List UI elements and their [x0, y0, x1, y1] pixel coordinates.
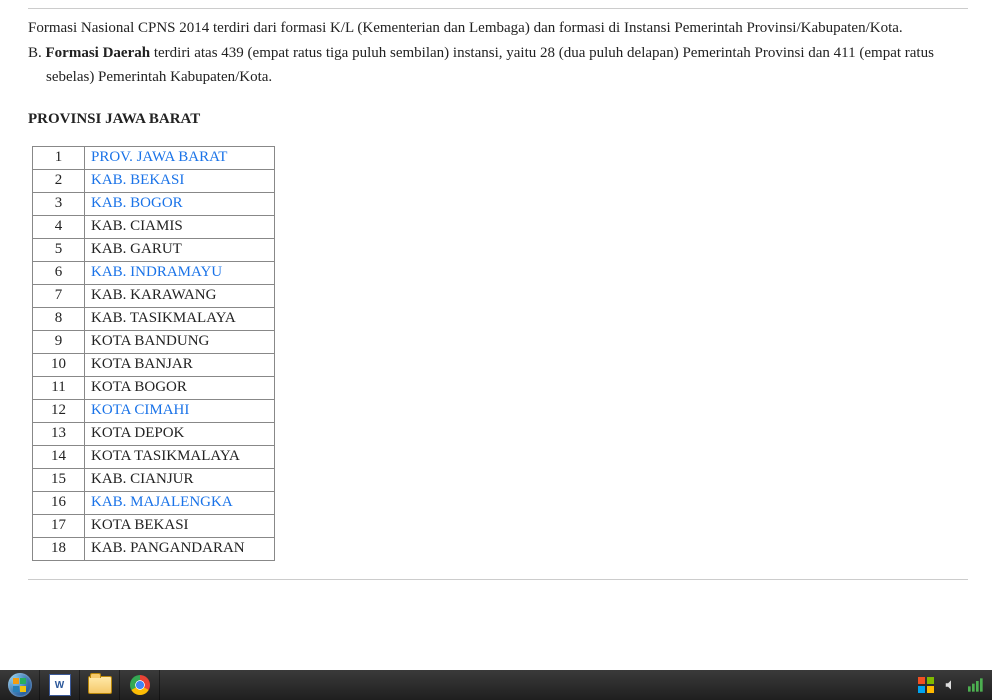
row-name-cell: PROV. JAWA BARAT [85, 146, 275, 169]
row-name-cell: KAB. CIAMIS [85, 215, 275, 238]
row-number: 18 [33, 537, 85, 560]
table-row: 6 KAB. INDRAMAYU [33, 261, 275, 284]
row-number: 8 [33, 307, 85, 330]
row-number: 2 [33, 169, 85, 192]
region-name: KAB. KARAWANG [91, 287, 216, 303]
row-name-cell: KAB. TASIKMALAYA [85, 307, 275, 330]
row-name-cell: KOTA BOGOR [85, 376, 275, 399]
row-number: 9 [33, 330, 85, 353]
table-row: 16 KAB. MAJALENGKA [33, 491, 275, 514]
table-row: 9 KOTA BANDUNG [33, 330, 275, 353]
row-name-cell: KAB. PANGANDARAN [85, 537, 275, 560]
taskbar-word-button[interactable]: W [40, 670, 80, 700]
region-link[interactable]: KAB. MAJALENGKA [91, 494, 233, 510]
table-row: 18 KAB. PANGANDARAN [33, 537, 275, 560]
table-row: 8 KAB. TASIKMALAYA [33, 307, 275, 330]
row-number: 10 [33, 353, 85, 376]
region-link[interactable]: PROV. JAWA BARAT [91, 149, 227, 165]
row-name-cell: KAB. BEKASI [85, 169, 275, 192]
row-name-cell: KOTA BEKASI [85, 514, 275, 537]
row-name-cell: KAB. CIANJUR [85, 468, 275, 491]
table-row: 3 KAB. BOGOR [33, 192, 275, 215]
table-row: 10 KOTA BANJAR [33, 353, 275, 376]
table-row: 14 KOTA TASIKMALAYA [33, 445, 275, 468]
region-table: 1 PROV. JAWA BARAT 2 KAB. BEKASI 3 KAB. BOGOR… [32, 146, 275, 561]
row-name-cell: KAB. INDRAMAYU [85, 261, 275, 284]
row-number: 1 [33, 146, 85, 169]
row-number: 17 [33, 514, 85, 537]
taskbar-explorer-button[interactable] [80, 670, 120, 700]
region-name: KAB. GARUT [91, 241, 182, 257]
row-name-cell: KOTA TASIKMALAYA [85, 445, 275, 468]
row-name-cell: KAB. KARAWANG [85, 284, 275, 307]
row-number: 3 [33, 192, 85, 215]
region-name: KOTA BOGOR [91, 379, 187, 395]
start-button[interactable] [0, 670, 40, 700]
table-row: 1 PROV. JAWA BARAT [33, 146, 275, 169]
region-link[interactable]: KOTA CIMAHI [91, 402, 189, 418]
row-number: 14 [33, 445, 85, 468]
windows-start-icon [8, 673, 32, 697]
table-row: 15 KAB. CIANJUR [33, 468, 275, 491]
row-name-cell: KOTA DEPOK [85, 422, 275, 445]
region-name: KOTA BANDUNG [91, 333, 209, 349]
region-name: KOTA DEPOK [91, 425, 184, 441]
section-title: PROVINSI JAWA BARAT [28, 111, 968, 128]
table-row: 5 KAB. GARUT [33, 238, 275, 261]
row-name-cell: KOTA BANJAR [85, 353, 275, 376]
divider-bottom [28, 579, 968, 580]
taskbar-chrome-button[interactable] [120, 670, 160, 700]
formasi-daerah-text-cont: sebelas) Pemerintah Kabupaten/Kota. [28, 66, 968, 89]
region-name: KAB. PANGANDARAN [91, 540, 245, 556]
region-link[interactable]: KAB. BEKASI [91, 172, 184, 188]
row-number: 15 [33, 468, 85, 491]
region-link[interactable]: KAB. BOGOR [91, 195, 183, 211]
formasi-daerah-text: terdiri atas 439 (empat ratus tiga puluh… [150, 45, 934, 61]
region-name: KAB. TASIKMALAYA [91, 310, 236, 326]
speaker-icon[interactable] [944, 678, 958, 692]
region-name: KOTA BEKASI [91, 517, 189, 533]
list-prefix: B [28, 45, 38, 61]
row-name-cell: KOTA BANDUNG [85, 330, 275, 353]
row-name-cell: KAB. BOGOR [85, 192, 275, 215]
intro-paragraph: Formasi Nasional CPNS 2014 terdiri dari … [28, 17, 968, 40]
system-tray[interactable] [910, 670, 992, 700]
formasi-daerah-paragraph: B. Formasi Daerah terdiri atas 439 (empa… [28, 42, 968, 89]
table-row: 2 KAB. BEKASI [33, 169, 275, 192]
formasi-daerah-label: Formasi Daerah [46, 45, 151, 61]
region-name: KAB. CIANJUR [91, 471, 194, 487]
row-number: 11 [33, 376, 85, 399]
region-name: KOTA BANJAR [91, 356, 193, 372]
table-row: 17 KOTA BEKASI [33, 514, 275, 537]
table-row: 11 KOTA BOGOR [33, 376, 275, 399]
region-name: KOTA TASIKMALAYA [91, 448, 240, 464]
row-number: 5 [33, 238, 85, 261]
region-link[interactable]: KAB. INDRAMAYU [91, 264, 222, 280]
taskbar-spacer [160, 670, 910, 700]
table-row: 13 KOTA DEPOK [33, 422, 275, 445]
network-icon[interactable] [968, 678, 984, 692]
row-name-cell: KOTA CIMAHI [85, 399, 275, 422]
divider-top [28, 8, 968, 9]
action-center-icon[interactable] [918, 677, 934, 693]
row-number: 6 [33, 261, 85, 284]
folder-icon [88, 676, 112, 694]
row-name-cell: KAB. MAJALENGKA [85, 491, 275, 514]
word-icon: W [49, 674, 71, 696]
region-name: KAB. CIAMIS [91, 218, 183, 234]
table-row: 7 KAB. KARAWANG [33, 284, 275, 307]
row-number: 13 [33, 422, 85, 445]
taskbar: W [0, 670, 992, 700]
table-row: 12 KOTA CIMAHI [33, 399, 275, 422]
chrome-icon [130, 675, 150, 695]
row-number: 16 [33, 491, 85, 514]
document-page: Formasi Nasional CPNS 2014 terdiri dari … [0, 0, 992, 660]
row-number: 4 [33, 215, 85, 238]
row-number: 12 [33, 399, 85, 422]
row-number: 7 [33, 284, 85, 307]
row-name-cell: KAB. GARUT [85, 238, 275, 261]
table-row: 4 KAB. CIAMIS [33, 215, 275, 238]
